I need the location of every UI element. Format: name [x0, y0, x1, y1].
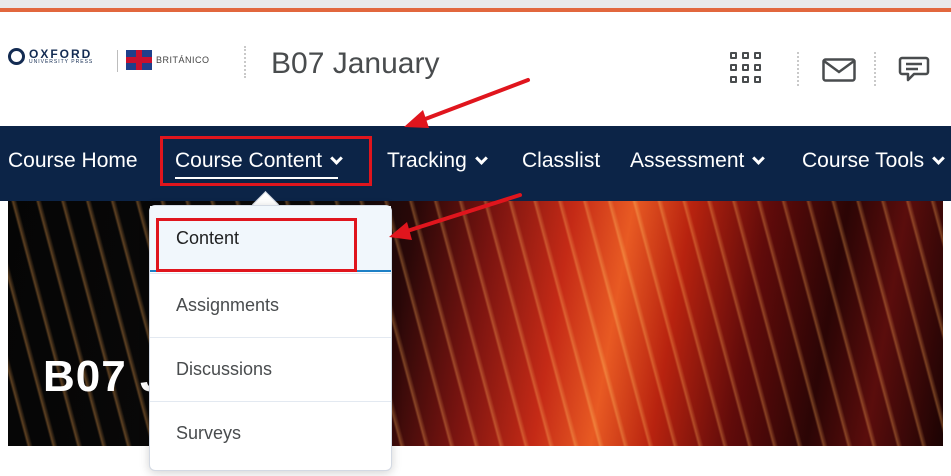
nav-classlist[interactable]: Classlist	[522, 146, 600, 176]
nav-label: Assessment	[630, 149, 745, 172]
nav-label: Course Tools	[802, 149, 925, 172]
annotation-highlight-content	[156, 218, 357, 272]
header-divider	[244, 46, 246, 78]
nav-tracking[interactable]: Tracking	[387, 146, 488, 176]
nav-course-home[interactable]: Course Home	[8, 146, 138, 176]
oxford-wordmark: OXFORD UNIVERSITY PRESS	[29, 48, 93, 65]
britanico-flag-icon	[126, 50, 152, 70]
dropdown-item-label: Discussions	[176, 358, 273, 379]
dropdown-item-label: Assignments	[176, 294, 280, 315]
oxford-sub-text: UNIVERSITY PRESS	[29, 59, 94, 65]
chevron-down-icon	[932, 151, 946, 165]
top-bar	[0, 0, 951, 8]
nav-assessment[interactable]: Assessment	[630, 146, 766, 176]
dropdown-item-surveys[interactable]: Surveys	[150, 401, 391, 464]
banner-course-title: B07 J	[43, 352, 166, 401]
header-icon-divider	[797, 52, 799, 86]
oxford-logo[interactable]: OXFORD UNIVERSITY PRESS	[8, 48, 93, 65]
chevron-down-icon	[474, 151, 488, 165]
page-background	[0, 446, 951, 476]
header-icon-divider-2	[874, 52, 876, 86]
nav-label: Classlist	[522, 149, 601, 172]
nav-course-tools[interactable]: Course Tools	[802, 146, 946, 176]
annotation-highlight-course-content	[160, 136, 372, 186]
britanico-brand-text: BRITÁNICO	[156, 55, 210, 65]
britanico-logo[interactable]: BRITÁNICO	[126, 50, 210, 70]
oxford-mark-icon	[8, 48, 25, 65]
course-title[interactable]: B07 January	[271, 47, 439, 81]
dropdown-item-discussions[interactable]: Discussions	[150, 337, 391, 400]
course-navbar: Course Home Course Content Tracking Clas…	[0, 126, 951, 201]
chevron-down-icon	[752, 151, 766, 165]
logo-divider	[117, 50, 118, 72]
chat-icon[interactable]	[894, 52, 930, 86]
nav-label: Course Home	[8, 149, 138, 172]
mail-icon[interactable]	[822, 58, 856, 82]
nav-label: Tracking	[387, 149, 467, 172]
dropdown-item-assignments[interactable]: Assignments	[150, 273, 391, 336]
dropdown-item-label: Surveys	[176, 422, 242, 443]
app-grid-icon[interactable]	[730, 52, 764, 86]
